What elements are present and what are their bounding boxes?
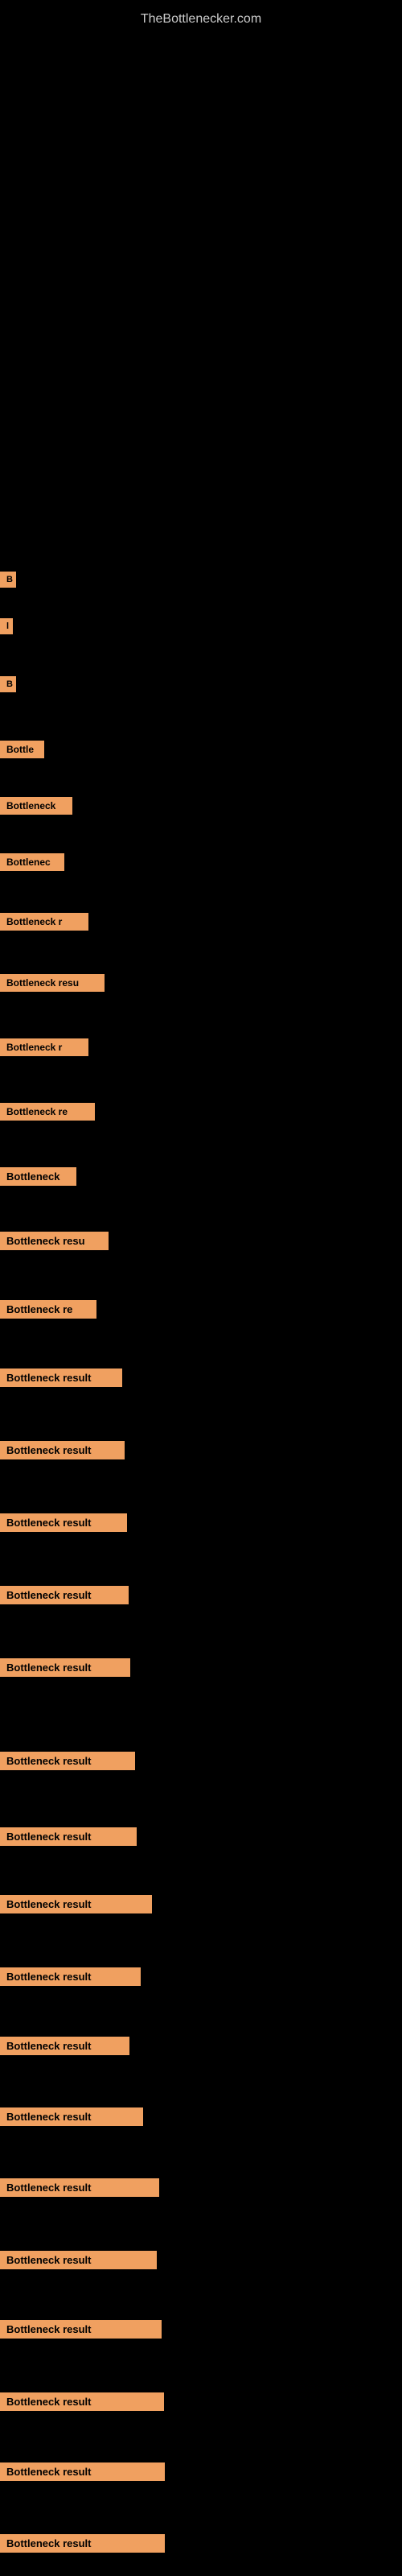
bottleneck-result-label: Bottleneck result	[0, 1895, 152, 1913]
bottleneck-result-label: Bottleneck result	[0, 1513, 127, 1532]
bottleneck-result-label: Bottleneck result	[0, 1967, 141, 1986]
bottleneck-result-label: B	[0, 572, 16, 588]
bottleneck-result-label: Bottleneck result	[0, 2392, 164, 2411]
bottleneck-result-label: Bottleneck result	[0, 1658, 130, 1677]
bottleneck-result-label: Bottleneck resu	[0, 974, 105, 992]
bottleneck-result-label: Bottleneck result	[0, 1368, 122, 1387]
bottleneck-result-label: Bottleneck result	[0, 1586, 129, 1604]
bottleneck-result-label: Bottleneck result	[0, 2107, 143, 2126]
bottleneck-result-label: l	[0, 618, 13, 634]
bottleneck-result-label: Bottleneck	[0, 797, 72, 815]
bottleneck-result-label: Bottleneck	[0, 1167, 76, 1186]
bottleneck-result-label: Bottleneck r	[0, 913, 88, 931]
bottleneck-result-label: Bottleneck r	[0, 1038, 88, 1056]
bottleneck-result-label: Bottleneck result	[0, 2320, 162, 2339]
bottleneck-result-label: Bottleneck result	[0, 2251, 157, 2269]
bottleneck-result-label: B	[0, 676, 16, 692]
bottleneck-result-label: Bottleneck result	[0, 2534, 165, 2553]
bottleneck-result-label: Bottleneck result	[0, 1827, 137, 1846]
bottleneck-result-label: Bottleneck result	[0, 1752, 135, 1770]
site-title: TheBottlenecker.com	[0, 4, 402, 35]
bottleneck-result-label: Bottlenec	[0, 853, 64, 871]
bottleneck-result-label: Bottleneck result	[0, 2037, 129, 2055]
bottleneck-result-label: Bottleneck re	[0, 1103, 95, 1121]
bottleneck-result-label: Bottleneck result	[0, 2462, 165, 2481]
bottleneck-result-label: Bottle	[0, 741, 44, 758]
bottleneck-result-label: Bottleneck result	[0, 1441, 125, 1459]
bottleneck-result-label: Bottleneck result	[0, 2178, 159, 2197]
bottleneck-result-label: Bottleneck re	[0, 1300, 96, 1319]
bottleneck-result-label: Bottleneck resu	[0, 1232, 109, 1250]
